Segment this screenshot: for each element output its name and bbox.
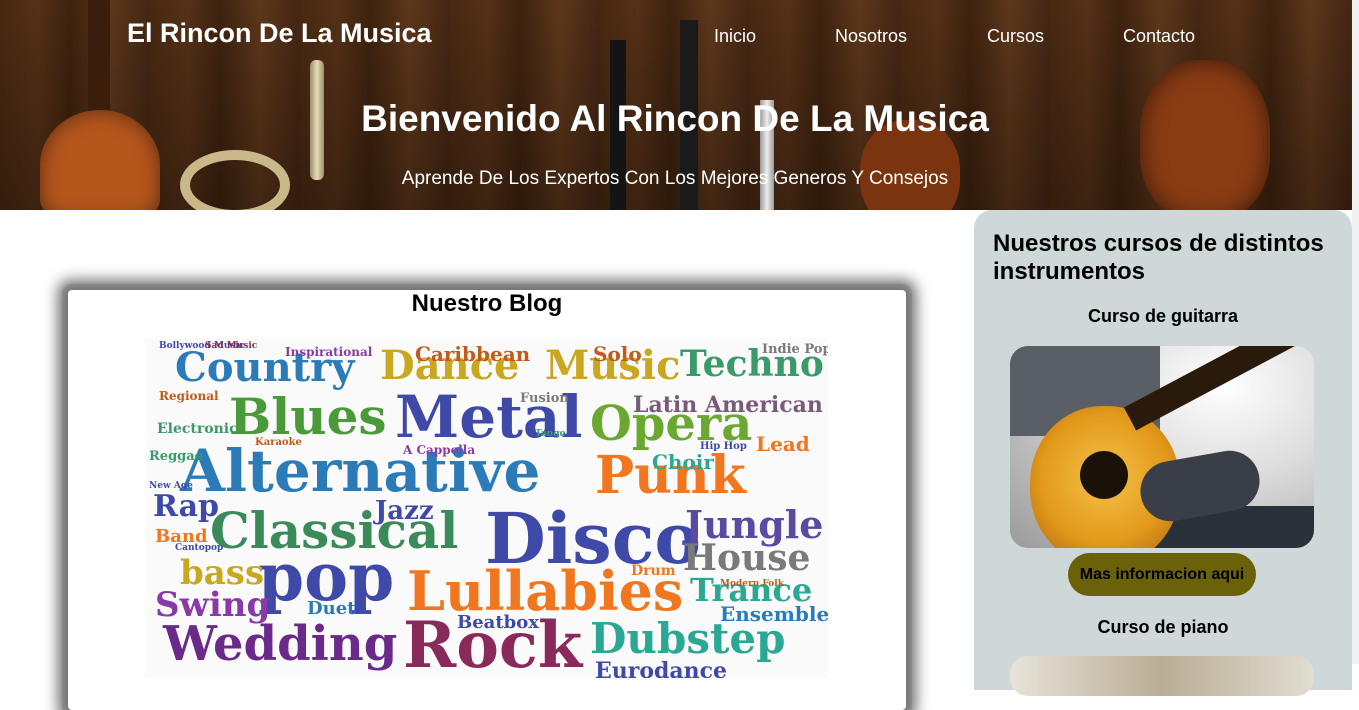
courses-sidebar: Nuestros cursos de distintos instrumento… — [974, 210, 1352, 696]
cloud-word: Rap — [153, 489, 220, 524]
cloud-word: Cantopop — [175, 543, 224, 553]
course-guitar-title: Curso de guitarra — [1087, 306, 1239, 326]
cloud-word: Inspirational — [285, 345, 373, 359]
cloud-word: Hip Hop — [700, 441, 747, 452]
cloud-word: Choir — [652, 450, 714, 474]
nav-inicio[interactable]: Inicio — [714, 26, 756, 47]
page-scrollbar[interactable] — [1352, 0, 1359, 664]
cloud-word: Drum — [631, 563, 676, 579]
cloud-word: Sad Music — [205, 341, 258, 351]
cloud-word: Electronic — [157, 421, 238, 437]
cloud-word: Lead — [756, 432, 810, 456]
cloud-word: New Age — [149, 481, 193, 491]
nav-cursos[interactable]: Cursos — [987, 26, 1044, 47]
blog-title: Nuestro Blog — [411, 290, 563, 317]
cloud-word: Duet — [307, 598, 356, 619]
hero-subtitle: Aprende De Los Expertos Con Los Mejores … — [401, 168, 949, 189]
cloud-word: Indie Pop — [762, 342, 828, 357]
cloud-word: Modern Folk — [720, 579, 784, 589]
guitar-more-info-button[interactable]: Mas informacion aqui — [1068, 553, 1256, 596]
cloud-word: Reggae — [149, 449, 203, 464]
blog-card: Nuestro Blog Country Dance Music Techno … — [68, 290, 906, 710]
cloud-word: Beatbox — [457, 612, 539, 633]
cloud-word: A Cappella — [403, 443, 476, 457]
cloud-word: Fusion — [520, 391, 569, 406]
cloud-word: Eurodance — [595, 658, 728, 678]
cloud-word: Tango — [535, 429, 566, 439]
cloud-word: Jazz — [375, 496, 434, 526]
music-genre-word-cloud: Country Dance Music Techno Blues Metal O… — [145, 338, 828, 678]
cloud-word: Alternative — [180, 437, 541, 505]
cloud-word: Regional — [159, 389, 219, 403]
course-piano-title: Curso de piano — [1097, 617, 1229, 637]
nav-contacto[interactable]: Contacto — [1123, 26, 1195, 47]
site-brand[interactable]: El Rincon De La Musica — [127, 18, 432, 49]
cloud-word: Blues — [229, 387, 387, 446]
hero-banner: El Rincon De La Musica Inicio Nosotros C… — [0, 0, 1359, 210]
piano-course-image — [1010, 656, 1314, 696]
cloud-word: Caribbean — [415, 342, 531, 366]
guitar-soundhole — [1080, 451, 1128, 499]
cloud-word: Dubstep — [590, 614, 786, 663]
cloud-word: Solo — [593, 342, 642, 366]
hero-title: Bienvenido Al Rincon De La Musica — [361, 98, 989, 139]
guitar-course-image — [1010, 346, 1314, 548]
courses-sidebar-title: Nuestros cursos de distintos instrumento… — [993, 230, 1324, 285]
cloud-word: Latin American — [633, 392, 823, 418]
nav-nosotros[interactable]: Nosotros — [835, 26, 907, 47]
cloud-word: Wedding — [163, 616, 398, 672]
cloud-word: Karaoke — [255, 437, 302, 448]
